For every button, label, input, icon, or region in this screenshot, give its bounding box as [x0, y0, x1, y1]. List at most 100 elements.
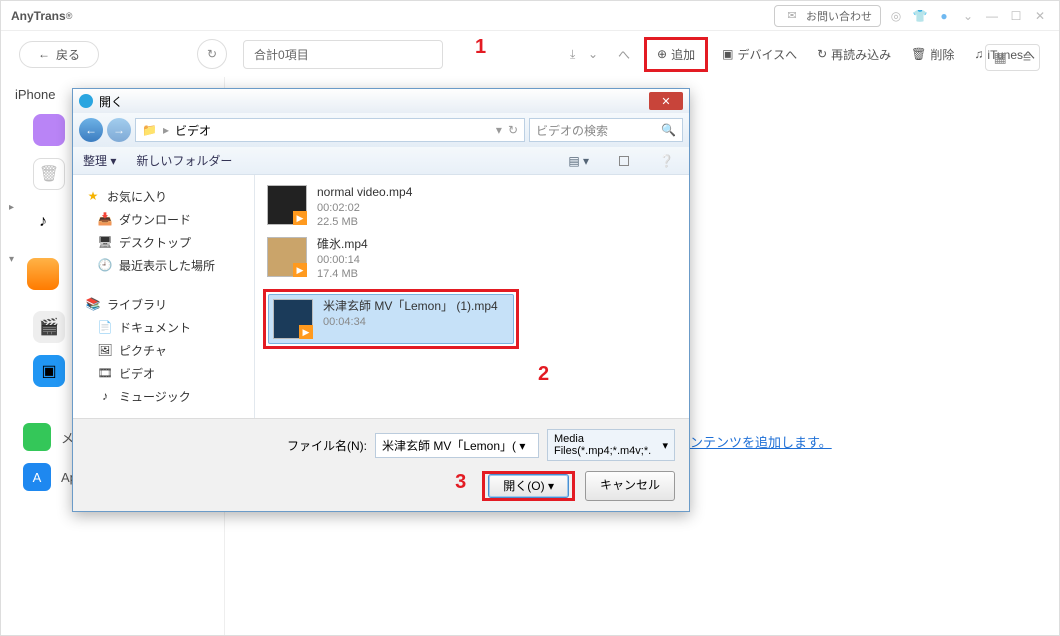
- delete-label: 削除: [930, 46, 954, 63]
- search-icon: 🔍: [661, 123, 676, 137]
- device-button[interactable]: ▣ デバイスへ: [716, 42, 803, 67]
- tree-recent[interactable]: 🕘最近表示した場所: [79, 254, 248, 277]
- reload-label: 再読み込み: [831, 46, 891, 63]
- close-icon[interactable]: ✕: [1031, 9, 1049, 23]
- reload-icon: ↻: [817, 47, 827, 61]
- tree-pictures[interactable]: 🖼ピクチャ: [79, 339, 248, 362]
- tree-favorites[interactable]: ★お気に入り: [79, 185, 248, 208]
- device-icon: ▣: [722, 47, 733, 61]
- sidebar-chip-trash[interactable]: 🗑: [33, 158, 65, 190]
- add-button[interactable]: ⊕ 追加: [651, 42, 701, 67]
- dialog-footer: ファイル名(N): 米津玄師 MV「Lemon」( ▾ Media Files(…: [73, 418, 689, 511]
- tree-downloads[interactable]: 📥ダウンロード: [79, 208, 248, 231]
- dialog-app-icon: [79, 94, 93, 108]
- contact-label: お問い合わせ: [806, 8, 872, 24]
- documents-icon: 📄: [97, 320, 113, 336]
- desktop-icon: 🖥: [97, 235, 113, 251]
- reload-button[interactable]: ↻ 再読み込み: [811, 42, 897, 67]
- path-segment[interactable]: ビデオ: [175, 122, 211, 139]
- path-dropdown-icon[interactable]: ▾: [496, 123, 502, 137]
- export-button[interactable]: ⤓⌄: [564, 43, 604, 65]
- apps-icon: A: [23, 463, 51, 491]
- file-item[interactable]: ▶ normal video.mp4 00:02:02 22.5 MB: [263, 181, 681, 233]
- open-button[interactable]: 開く(O) ▾: [488, 474, 569, 498]
- tree-music[interactable]: ♪ミュージック: [79, 385, 248, 408]
- user-icon[interactable]: ●: [935, 9, 953, 23]
- send-button[interactable]: へ: [612, 42, 636, 67]
- itunes-icon: ♫: [974, 47, 983, 61]
- back-button[interactable]: ← 戻る: [19, 41, 99, 68]
- view-switch[interactable]: ▦ ≡: [985, 44, 1040, 71]
- list-view-icon[interactable]: ≡: [1015, 45, 1039, 70]
- sidebar-chip-calendar[interactable]: [27, 258, 59, 290]
- sidebar-chip-movie[interactable]: 🎬: [33, 311, 65, 343]
- folder-icon: 📁: [142, 123, 157, 137]
- preview-pane-button[interactable]: [614, 153, 634, 169]
- dialog-close-button[interactable]: ✕: [649, 92, 683, 110]
- view-mode-button[interactable]: ▤ ▾: [563, 151, 594, 171]
- videos-icon: 🎞: [97, 366, 113, 382]
- dialog-search-input[interactable]: ビデオの検索 🔍: [529, 118, 683, 142]
- file-open-dialog: 開く ✕ ← → 📁 ▸ ビデオ ▾ ↻ ビデオの検索 🔍 整理 ▾ 新しいフォ…: [72, 88, 690, 512]
- sidebar-chip-blue[interactable]: ▣: [33, 355, 65, 387]
- grid-view-icon[interactable]: ▦: [986, 45, 1015, 70]
- file-duration: 00:04:34: [323, 315, 498, 329]
- dialog-nav: ← → 📁 ▸ ビデオ ▾ ↻ ビデオの検索 🔍: [73, 113, 689, 147]
- play-overlay-icon: ▶: [293, 263, 307, 277]
- video-thumbnail: ▶: [267, 237, 307, 277]
- star-icon: ★: [85, 189, 101, 205]
- annotation-1: 1: [475, 36, 486, 59]
- chevron-down-icon[interactable]: ⌄: [959, 9, 977, 23]
- caret-right-icon[interactable]: ▸: [9, 202, 14, 213]
- refresh-circle-button[interactable]: ↻: [197, 39, 227, 69]
- path-breadcrumb[interactable]: 📁 ▸ ビデオ ▾ ↻: [135, 118, 525, 142]
- device-label: デバイスへ: [737, 46, 797, 63]
- path-sep-icon: ▸: [163, 123, 169, 137]
- file-item-selected[interactable]: ▶ 米津玄師 MV「Lemon」 (1).mp4 00:04:34: [268, 294, 514, 344]
- messages-icon: [23, 423, 51, 451]
- shirt-icon[interactable]: 👕: [911, 9, 929, 23]
- tree-library[interactable]: 📚ライブラリ: [79, 293, 248, 316]
- file-duration: 00:02:02: [317, 201, 412, 215]
- minimize-icon[interactable]: —: [983, 9, 1001, 23]
- arrow-left-icon: ←: [38, 47, 50, 61]
- contact-button[interactable]: ✉ お問い合わせ: [774, 5, 881, 27]
- titlebar: AnyTrans ® ✉ お問い合わせ ◎ 👕 ● ⌄ — ☐ ✕: [1, 1, 1059, 31]
- envelope-icon: ✉: [783, 9, 801, 22]
- file-name: normal video.mp4: [317, 185, 412, 201]
- file-highlight: ▶ 米津玄師 MV「Lemon」 (1).mp4 00:04:34: [263, 289, 519, 349]
- organize-menu[interactable]: 整理 ▾: [83, 152, 116, 169]
- globe-icon[interactable]: ◎: [887, 9, 905, 23]
- new-folder-button[interactable]: 新しいフォルダー: [136, 152, 232, 169]
- app-trademark: ®: [66, 11, 73, 21]
- caret-down-icon[interactable]: ▾: [9, 254, 14, 265]
- dialog-tree: ★お気に入り 📥ダウンロード 🖥デスクトップ 🕘最近表示した場所 📚ライブラリ …: [73, 175, 255, 418]
- music-icon: ♪: [97, 389, 113, 405]
- cancel-button[interactable]: キャンセル: [585, 471, 675, 501]
- delete-button[interactable]: 🗑 削除: [905, 42, 960, 67]
- maximize-icon[interactable]: ☐: [1007, 9, 1025, 23]
- tree-documents[interactable]: 📄ドキュメント: [79, 316, 248, 339]
- sidebar-chip-1[interactable]: [33, 114, 65, 146]
- plus-circle-icon: ⊕: [657, 47, 667, 61]
- sidebar-chip-music[interactable]: ♪: [27, 206, 59, 238]
- nav-back-button[interactable]: ←: [79, 118, 103, 142]
- download-folder-icon: 📥: [97, 212, 113, 228]
- export-icon: ⤓: [570, 47, 584, 61]
- nav-forward-button[interactable]: →: [107, 118, 131, 142]
- file-item[interactable]: ▶ 碓氷.mp4 00:00:14 17.4 MB: [263, 233, 681, 285]
- summary-field[interactable]: 合計0項目: [243, 40, 443, 69]
- help-button[interactable]: ❔: [654, 151, 679, 171]
- path-refresh-icon[interactable]: ↻: [508, 123, 518, 137]
- filename-input[interactable]: 米津玄師 MV「Lemon」( ▾: [375, 433, 539, 458]
- add-content-link[interactable]: ンテンツを追加します。: [690, 432, 832, 451]
- back-label: 戻る: [56, 46, 80, 63]
- video-thumbnail: ▶: [273, 299, 313, 339]
- play-overlay-icon: ▶: [299, 325, 313, 339]
- filename-label: ファイル名(N):: [287, 437, 367, 454]
- tree-videos[interactable]: 🎞ビデオ: [79, 362, 248, 385]
- trash-icon: 🗑: [911, 47, 926, 61]
- tree-desktop[interactable]: 🖥デスクトップ: [79, 231, 248, 254]
- app-name: AnyTrans: [11, 9, 66, 23]
- filetype-select[interactable]: Media Files(*.mp4;*.m4v;*.▾: [547, 429, 675, 461]
